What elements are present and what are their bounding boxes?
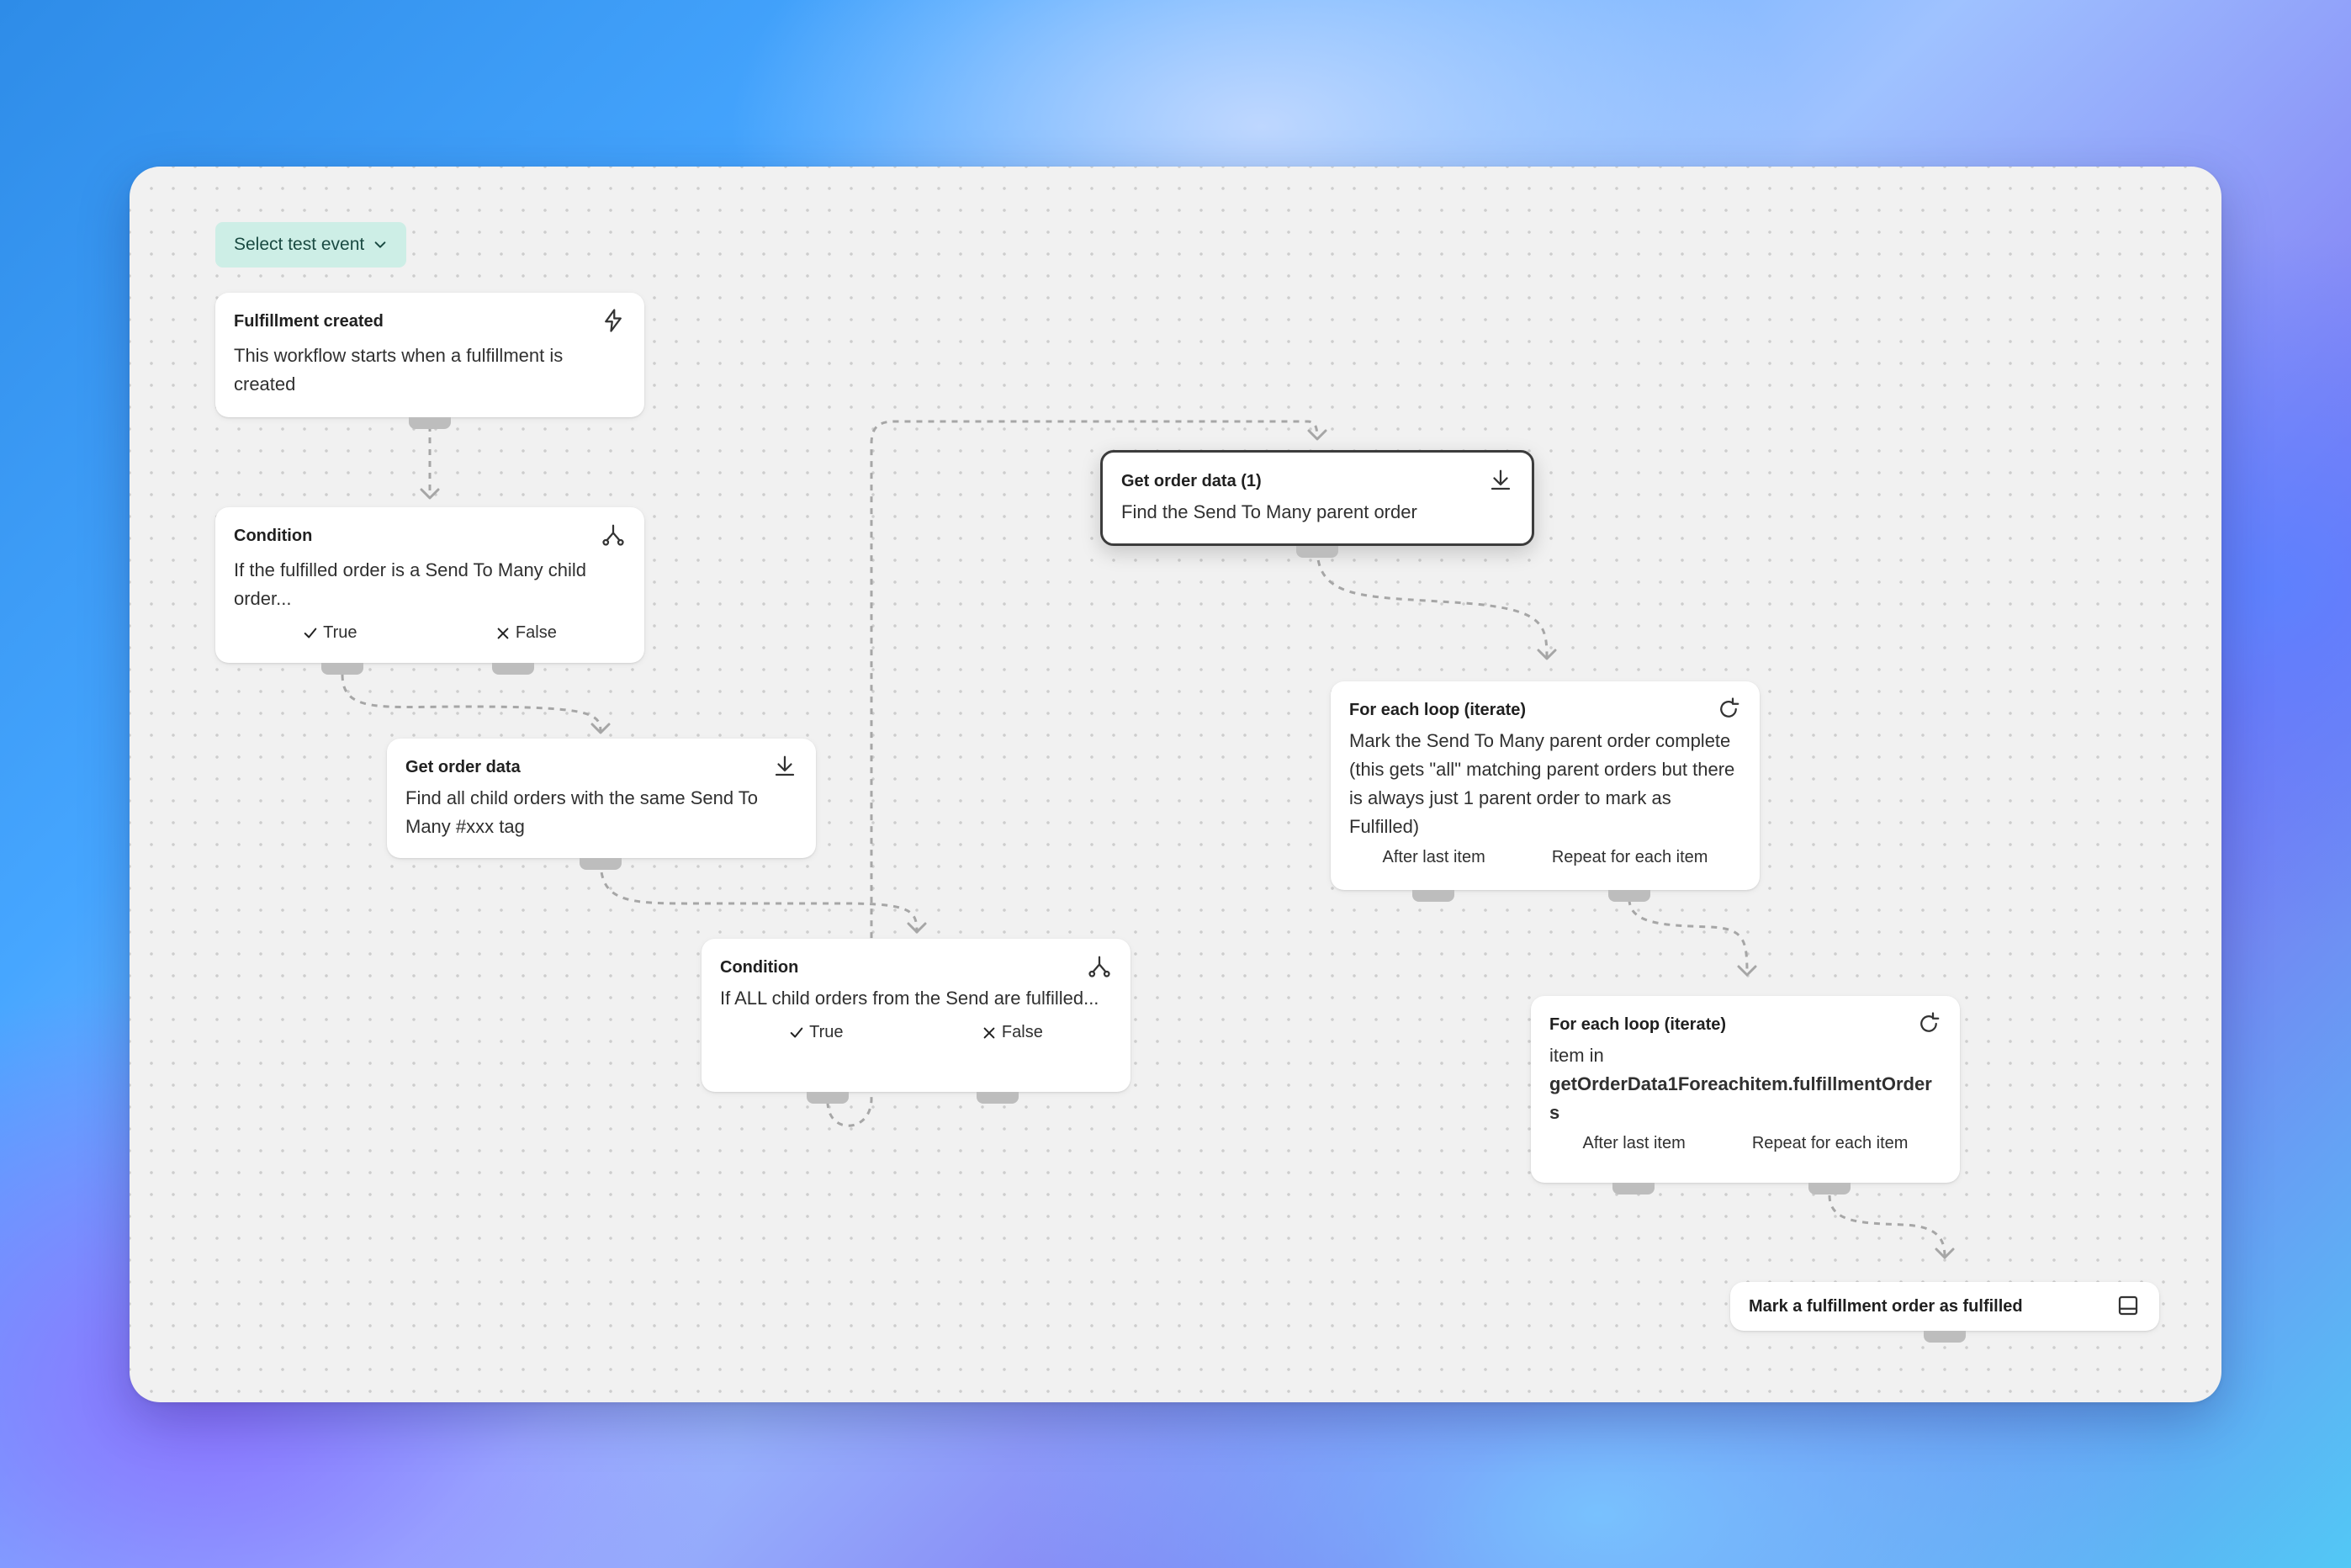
get-order-data-1-node[interactable]: Get order data (1) Find the Send To Many…: [1100, 450, 1534, 558]
node-description: This workflow starts when a fulfillment …: [234, 345, 564, 395]
for-each-loop-node[interactable]: For each loop (iterate) Mark the Send To…: [1314, 665, 1760, 902]
repeat-for-each-item-branch[interactable]: Repeat for each item: [1552, 848, 1708, 867]
checkmark-icon: [304, 628, 317, 638]
after-last-item-handle[interactable]: [1412, 890, 1454, 902]
arrow-head: [420, 488, 440, 500]
repeat-handle[interactable]: [1808, 1183, 1851, 1195]
loop-variable: getOrderData1Foreachitem.fulfillmentOrde…: [1549, 1073, 1932, 1123]
trigger-node[interactable]: Fulfillment created This workflow starts…: [215, 293, 644, 429]
output-handle[interactable]: [1296, 546, 1338, 558]
lightning-icon: [601, 308, 626, 333]
get-order-data-node[interactable]: Get order data Find all child orders wit…: [387, 739, 816, 870]
edge-get-order-data-1-loop1: [1316, 548, 1549, 659]
chevron-down-icon: [374, 241, 386, 248]
node-title: For each loop (iterate): [1349, 701, 1527, 719]
branch-true-label: True: [809, 1023, 844, 1041]
workflow-canvas[interactable]: Select test event Fulfillment created Th…: [130, 167, 2221, 1402]
node-description: If the fulfilled order is a Send To Many…: [234, 559, 587, 609]
after-last-item-branch[interactable]: After last item: [1383, 848, 1485, 867]
node-description: Mark the Send To Many parent order compl…: [1349, 730, 1735, 837]
node-title: For each loop (iterate): [1549, 1015, 1727, 1034]
false-handle[interactable]: [977, 1092, 1019, 1104]
repeat-handle[interactable]: [1608, 890, 1650, 902]
node-title: Condition: [720, 958, 799, 977]
for-each-loop-node[interactable]: For each loop (iterate) item in getOrder…: [1514, 979, 1960, 1195]
download-icon: [1488, 468, 1513, 493]
branch-false[interactable]: False: [495, 623, 557, 643]
node-description: item in getOrderData1Foreachitem.fulfill…: [1549, 1041, 1941, 1127]
branch-icon: [601, 522, 626, 548]
loop-description-prefix: item in: [1549, 1045, 1604, 1066]
inbox-icon: [2115, 1293, 2141, 1318]
branch-false-label: False: [1001, 1023, 1043, 1041]
download-icon: [772, 754, 797, 779]
node-title: Get order data (1): [1121, 472, 1262, 490]
mark-fulfilled-node[interactable]: Mark a fulfillment order as fulfilled: [1715, 1267, 2159, 1343]
x-icon: [983, 1027, 995, 1038]
refresh-icon: [1716, 697, 1741, 722]
condition-node[interactable]: Condition If ALL child orders from the S…: [702, 939, 1130, 1104]
node-title: Mark a fulfillment order as fulfilled: [1749, 1297, 2023, 1316]
branch-icon: [1087, 954, 1112, 979]
output-handle[interactable]: [409, 417, 451, 429]
false-handle[interactable]: [492, 663, 534, 675]
select-test-event-label: Select test event: [234, 235, 365, 254]
node-title: Get order data: [405, 758, 521, 776]
node-description: Find the Send To Many parent order: [1121, 501, 1417, 522]
branch-true[interactable]: True: [303, 623, 357, 643]
node-title: Fulfillment created: [234, 312, 384, 331]
edge-condition1-true-get-order-data: [341, 674, 602, 733]
edge-loop2-repeat-mark-fulfilled: [1828, 1195, 1946, 1258]
select-test-event-button[interactable]: Select test event: [215, 222, 407, 268]
repeat-for-each-item-branch[interactable]: Repeat for each item: [1752, 1134, 1909, 1153]
branch-false[interactable]: False: [982, 1023, 1043, 1042]
node-title: Condition: [234, 527, 313, 545]
condition-node[interactable]: Condition If the fulfilled order is a Se…: [215, 507, 644, 675]
true-handle[interactable]: [321, 663, 363, 675]
after-last-item-branch[interactable]: After last item: [1583, 1134, 1686, 1153]
edge-get-order-data-condition2: [599, 860, 919, 933]
branch-false-label: False: [515, 623, 557, 642]
output-handle[interactable]: [1924, 1331, 1966, 1343]
true-handle[interactable]: [807, 1092, 849, 1104]
after-last-item-handle[interactable]: [1612, 1183, 1655, 1195]
node-description: Find all child orders with the same Send…: [405, 787, 759, 837]
refresh-icon: [1916, 1011, 1941, 1036]
edge-loop1-repeat-loop2: [1628, 898, 1749, 975]
checkmark-icon: [790, 1027, 803, 1037]
branch-true[interactable]: True: [789, 1023, 844, 1042]
arrow-head: [1307, 429, 1327, 441]
branch-true-label: True: [323, 623, 357, 642]
x-icon: [497, 628, 509, 638]
output-handle[interactable]: [580, 858, 622, 870]
node-description: If ALL child orders from the Send are fu…: [720, 988, 1099, 1009]
